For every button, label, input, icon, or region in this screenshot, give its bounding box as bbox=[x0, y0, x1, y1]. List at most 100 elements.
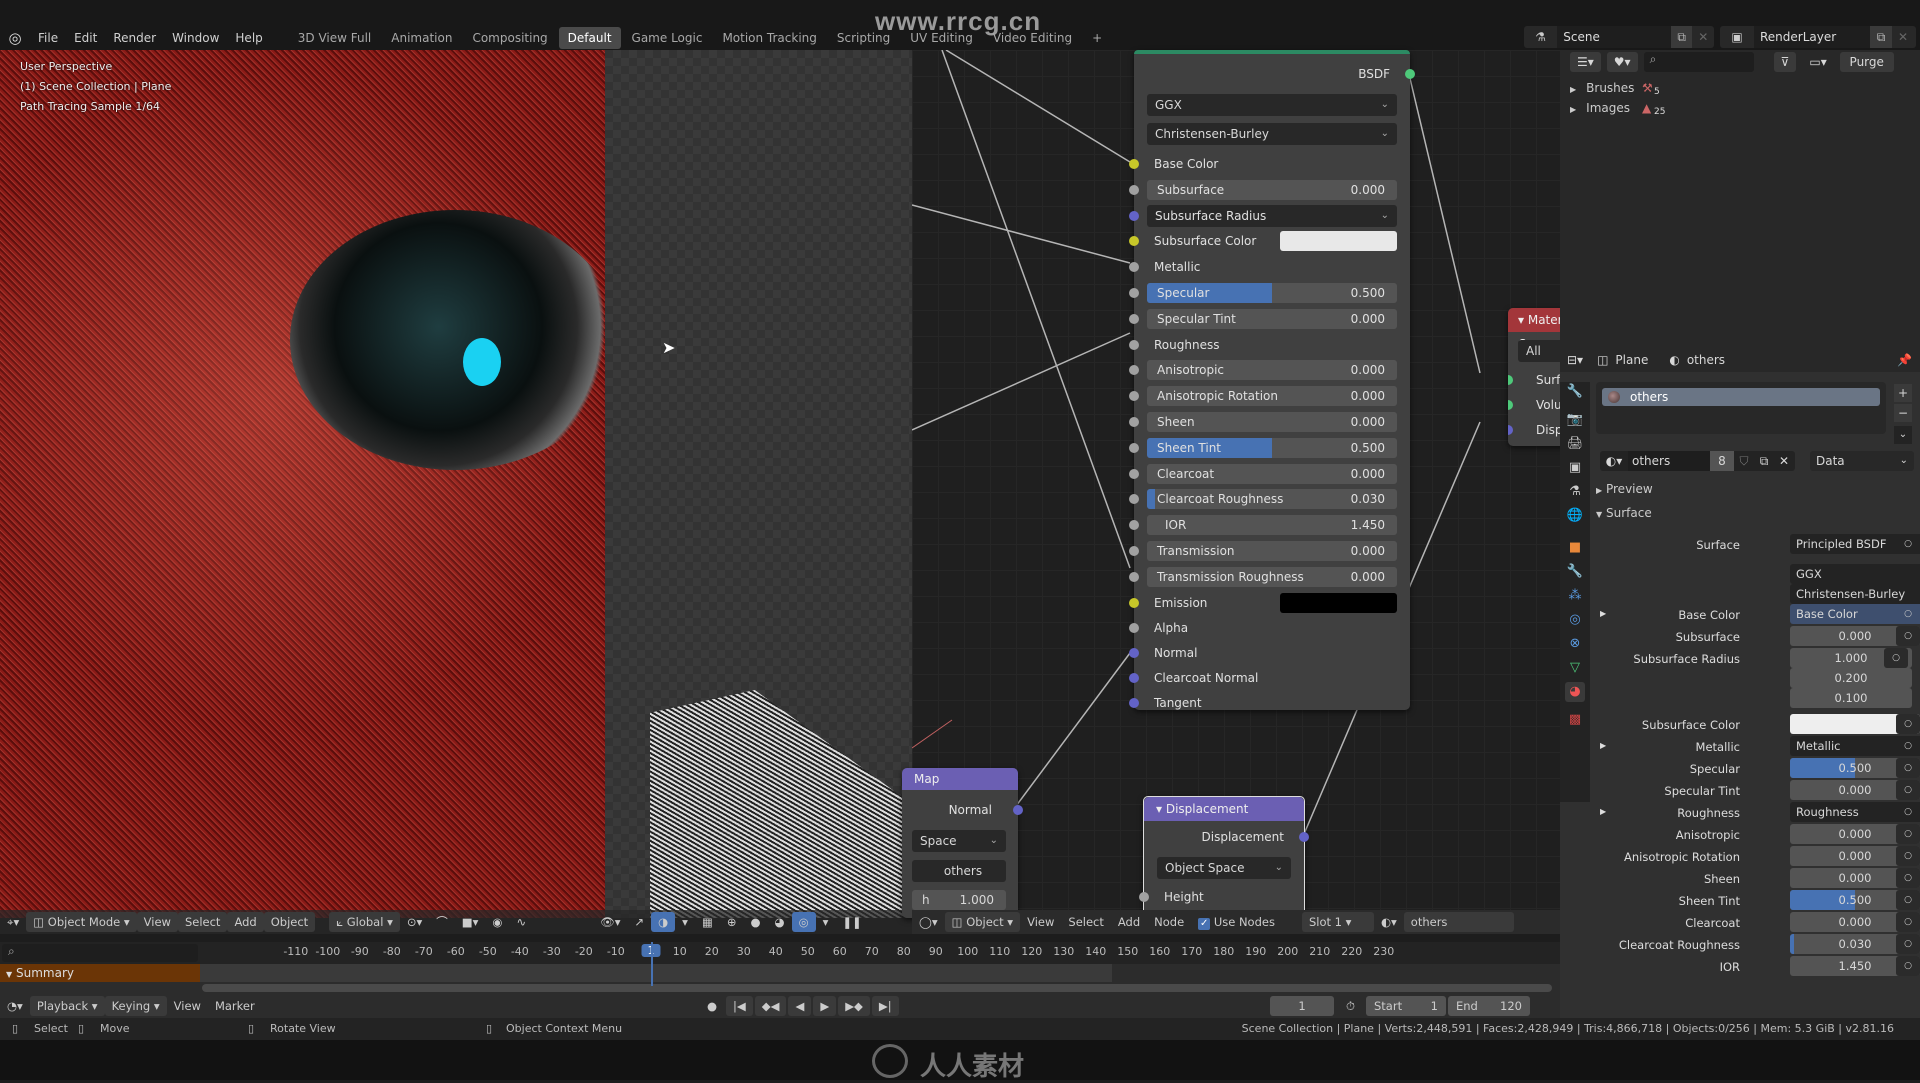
input-socket[interactable] bbox=[1129, 313, 1139, 324]
displacement-node[interactable]: ▾ Displacement Displacement Object Space… bbox=[1139, 796, 1309, 918]
color-swatch[interactable] bbox=[1280, 231, 1397, 252]
keyframe-dot-icon[interactable]: ○ bbox=[1896, 956, 1920, 976]
texture-tab-icon[interactable]: ▩ bbox=[1565, 710, 1585, 730]
input-socket[interactable] bbox=[1129, 417, 1139, 427]
keyframe-dot-icon[interactable]: ○ bbox=[1896, 802, 1920, 822]
slot-specials-button[interactable]: ⌄ bbox=[1894, 426, 1912, 444]
play-reverse-button[interactable]: ◀ bbox=[788, 996, 812, 1016]
keyframe-dot-icon[interactable]: ○ bbox=[1896, 534, 1920, 554]
keyframe-dot-icon[interactable]: ○ bbox=[1896, 890, 1920, 910]
workspace-tab-compositing[interactable]: Compositing bbox=[463, 27, 556, 49]
input-socket[interactable] bbox=[1129, 623, 1139, 634]
shader-type-dropdown[interactable]: ◫ Object ▾ bbox=[944, 912, 1021, 932]
editor-type-button[interactable]: ⊟▾ bbox=[1560, 350, 1590, 370]
view-layer-selector[interactable]: ▣ RenderLayer ⧉ ✕ bbox=[1720, 26, 1916, 48]
jump-start-button[interactable]: |◀ bbox=[726, 996, 753, 1016]
workspace-tab-3d-view-full[interactable]: 3D View Full bbox=[289, 27, 381, 49]
material-shading-icon[interactable]: ◕ bbox=[768, 912, 792, 932]
pin-icon[interactable]: 📌 bbox=[1897, 353, 1912, 367]
input-socket[interactable] bbox=[1129, 546, 1139, 556]
rendered-shading-icon[interactable]: ◎ bbox=[791, 912, 816, 932]
value-slider[interactable]: Sheen 0.000 bbox=[1147, 412, 1397, 432]
value-slider[interactable]: Anisotropic Rotation 0.000 bbox=[1147, 386, 1397, 407]
scene-tab-icon[interactable]: ⚗ bbox=[1565, 482, 1585, 502]
prop-field[interactable]: Christensen-Burley⌄ bbox=[1790, 584, 1920, 604]
displacement-input-socket[interactable] bbox=[1508, 425, 1513, 435]
normal-map-node[interactable]: Map Normal Space ⌄ others h 1.000 bbox=[902, 768, 1023, 918]
node-menu[interactable]: Node bbox=[1147, 912, 1191, 932]
surface-input-socket[interactable] bbox=[1508, 375, 1513, 385]
input-socket[interactable] bbox=[1129, 468, 1139, 479]
constraints-tab-icon[interactable]: ⊗ bbox=[1565, 634, 1585, 654]
material-name-field[interactable]: others bbox=[1628, 451, 1710, 471]
remove-slot-button[interactable]: − bbox=[1894, 404, 1912, 422]
timeline-scrollbar[interactable] bbox=[202, 984, 1552, 992]
input-socket[interactable] bbox=[1129, 288, 1139, 298]
stopwatch-icon[interactable]: ⏱ bbox=[1346, 999, 1355, 1014]
value-slider[interactable]: Sheen Tint 0.500 bbox=[1147, 437, 1397, 458]
keyframe-dot-icon[interactable]: ○ bbox=[1896, 824, 1920, 844]
menu-window[interactable]: Window bbox=[164, 24, 227, 52]
expand-triangle-icon[interactable]: ▶ bbox=[1600, 807, 1606, 816]
input-socket[interactable] bbox=[1129, 262, 1139, 273]
add-menu[interactable]: Add bbox=[227, 912, 264, 932]
bsdf-output-socket[interactable] bbox=[1405, 69, 1415, 79]
output-tab-icon[interactable]: 🖨 bbox=[1565, 434, 1585, 454]
solid-shading-icon[interactable]: ● bbox=[743, 912, 767, 932]
tool-tab-icon[interactable]: 🔧 bbox=[1565, 382, 1585, 402]
filter-icon[interactable]: ⊽ bbox=[1773, 52, 1797, 72]
input-socket[interactable] bbox=[1129, 339, 1139, 350]
proportional-edit-icon[interactable]: ◉ bbox=[485, 912, 509, 932]
blender-logo-icon[interactable]: ◎ bbox=[0, 24, 30, 52]
expand-triangle-icon[interactable]: ▶ bbox=[1600, 609, 1606, 618]
displacement-space-dropdown[interactable]: Object Space ⌄ bbox=[1157, 857, 1291, 879]
distribution-dropdown[interactable]: GGX ⌄ bbox=[1147, 94, 1397, 116]
archive-icon[interactable]: ▭▾ bbox=[1802, 52, 1833, 72]
value-slider[interactable]: Clearcoat 0.000 bbox=[1147, 463, 1397, 484]
marker-menu[interactable]: Marker bbox=[208, 996, 262, 1016]
record-button[interactable]: ● bbox=[700, 996, 724, 1016]
world-tab-icon[interactable]: 🌐 bbox=[1565, 506, 1585, 526]
next-keyframe-button[interactable]: ▶◆ bbox=[838, 996, 870, 1016]
prev-keyframe-button[interactable]: ◆◀ bbox=[754, 996, 787, 1016]
value-slider[interactable]: Specular Tint 0.000 bbox=[1147, 308, 1397, 329]
normal-space-dropdown[interactable]: Space ⌄ bbox=[912, 830, 1006, 852]
keyframe-dot-icon[interactable]: ○ bbox=[1884, 648, 1908, 668]
color-swatch[interactable] bbox=[1280, 592, 1397, 613]
view-menu[interactable]: View bbox=[167, 996, 208, 1016]
modifier-tab-icon[interactable]: 🔧 bbox=[1565, 562, 1585, 582]
3d-viewport[interactable]: User Perspective (1) Scene Collection | … bbox=[0, 50, 912, 918]
select-menu[interactable]: Select bbox=[177, 912, 228, 932]
end-frame-field[interactable]: End 120 bbox=[1448, 996, 1530, 1016]
input-socket[interactable] bbox=[1129, 159, 1139, 169]
particles-tab-icon[interactable]: ⁂ bbox=[1565, 586, 1585, 606]
workspace-tab-video-editing[interactable]: Video Editing bbox=[984, 27, 1081, 49]
height-input-socket[interactable] bbox=[1139, 892, 1149, 902]
object-menu[interactable]: Object bbox=[263, 912, 316, 932]
outliner-item[interactable]: ▶ Brushes ⚒ 5 bbox=[1560, 78, 1920, 98]
value-slider[interactable]: IOR 1.450 bbox=[1147, 515, 1397, 536]
scene-name[interactable]: Scene bbox=[1557, 26, 1671, 48]
value-slider[interactable]: Clearcoat Roughness 0.030 bbox=[1147, 489, 1397, 510]
gizmo-icon[interactable]: ↗ bbox=[627, 912, 651, 932]
add-menu[interactable]: Add bbox=[1111, 912, 1147, 932]
delete-view-layer-button[interactable]: ✕ bbox=[1892, 30, 1914, 44]
editor-type-button[interactable]: ◯▾ bbox=[912, 912, 945, 932]
play-button[interactable]: ▶ bbox=[813, 996, 837, 1016]
pivot-icon[interactable]: ⊙▾ bbox=[400, 912, 429, 932]
strength-field[interactable]: h 1.000 bbox=[912, 890, 1006, 910]
add-workspace-button[interactable]: + bbox=[1083, 27, 1111, 49]
new-scene-button[interactable]: ⧉ bbox=[1670, 26, 1693, 48]
view-menu[interactable]: View bbox=[136, 912, 178, 932]
mode-dropdown[interactable]: ◫ Object Mode ▾ bbox=[26, 912, 137, 932]
keyframe-dot-icon[interactable]: ○ bbox=[1896, 736, 1920, 756]
value-slider[interactable]: Transmission 0.000 bbox=[1147, 541, 1397, 561]
input-socket[interactable] bbox=[1129, 210, 1139, 221]
orientation-dropdown[interactable]: ⟀ Global ▾ bbox=[329, 912, 400, 932]
menu-render[interactable]: Render bbox=[105, 24, 164, 52]
purge-button[interactable]: Purge bbox=[1839, 52, 1894, 72]
keyframe-dot-icon[interactable]: ○ bbox=[1896, 868, 1920, 888]
input-socket[interactable] bbox=[1129, 494, 1139, 505]
input-socket[interactable] bbox=[1129, 673, 1139, 683]
workspace-tab-scripting[interactable]: Scripting bbox=[828, 27, 899, 49]
